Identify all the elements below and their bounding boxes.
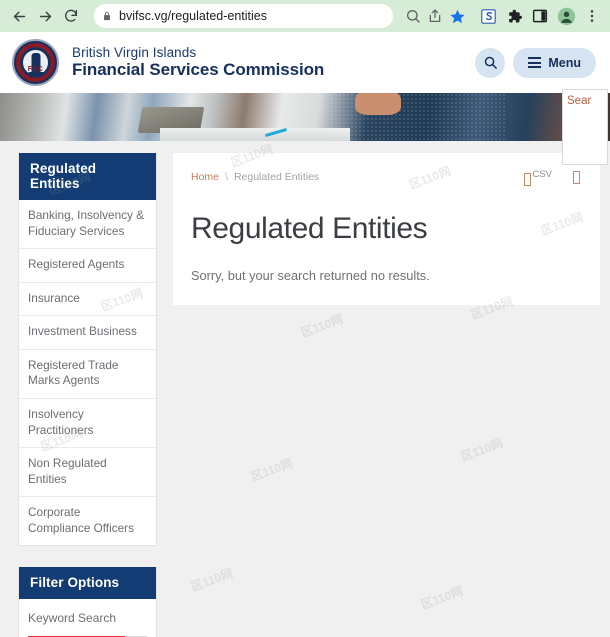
watermark: 区110网 [459,435,505,464]
share-button[interactable] [427,8,443,24]
bvi-fsc-seal-logo[interactable]: FSC [12,39,59,86]
forward-arrow-icon [39,11,51,21]
csv-download-button[interactable]: CSV [524,169,552,188]
list-item[interactable]: Registered Agents [19,249,156,283]
csv-download-icon [524,172,532,186]
s-extension-icon [480,8,496,24]
list-item[interactable]: Banking, Insolvency & Fiduciary Services [19,200,156,250]
sidebar-item-banking-insolvency-fiduciary-services[interactable]: Banking, Insolvency & Fiduciary Services [19,200,156,248]
bookmark-button[interactable] [449,8,466,25]
watermark: 区110网 [189,565,235,594]
chrome-menu-button[interactable] [580,4,604,28]
profile-avatar-icon [557,7,575,25]
sidebar-item-non-regulated-entities[interactable]: Non Regulated Entities [19,448,156,496]
list-item[interactable]: Insurance [19,283,156,317]
list-item[interactable]: Investment Business [19,316,156,350]
filter-options-title: Filter Options [19,567,156,600]
seal-monogram: FSC [27,66,44,73]
extensions-button[interactable] [502,4,526,28]
regulated-entities-nav-panel: Regulated Entities Banking, Insolvency &… [18,153,157,547]
share-icon [429,9,441,22]
breadcrumb: Home \ Regulated Entities [191,169,319,183]
browser-toolbar: bvifsc.vg/regulated-entities [0,0,610,32]
print-button[interactable] [573,169,580,187]
watermark: 区110网 [299,311,345,340]
profile-button[interactable] [554,4,578,28]
sidebar-nav-title: Regulated Entities [19,153,156,200]
watermark: 区110网 [419,583,465,612]
filter-options-body: Keyword Search Orbit Global Ltd [19,599,156,637]
back-button[interactable] [6,3,32,29]
hero-banner-image [0,93,610,141]
list-item[interactable]: Corporate Compliance Officers [19,497,156,545]
three-dot-menu-icon [590,10,594,22]
s-extension-button[interactable] [476,4,500,28]
brand-line-1: British Virgin Islands [72,44,197,60]
content-card: Home \ Regulated Entities CSV Regulated … [173,153,600,306]
no-results-message: Sorry, but your search returned no resul… [191,268,430,284]
list-item[interactable]: Registered Trade Marks Agents [19,350,156,399]
hero-hand [355,93,401,115]
filter-options-panel: Filter Options Keyword Search Orbit Glob… [18,567,157,637]
breadcrumb-home-link[interactable]: Home [191,171,219,183]
print-icon [573,171,580,185]
sidebar-item-insurance[interactable]: Insurance [19,283,156,316]
back-arrow-icon [13,11,25,21]
header-search-button[interactable] [475,47,506,78]
sidebar-item-registered-agents[interactable]: Registered Agents [19,249,156,282]
keyword-search-label: Keyword Search [28,611,117,626]
list-item[interactable]: Non Regulated Entities [19,448,156,498]
puzzle-extensions-icon [508,9,522,22]
header-actions: Menu [475,47,596,78]
reload-button[interactable] [58,3,84,29]
csv-label: CSV [532,169,552,180]
sidebar-item-corporate-compliance-officers[interactable]: Corporate Compliance Officers [19,497,156,545]
lock-icon [102,10,112,22]
breadcrumb-current: Regulated Entities [233,171,320,183]
search-dropdown-panel[interactable]: Sear [562,89,608,165]
search-icon [484,56,497,69]
breadcrumb-separator: \ [225,171,228,183]
site-header: FSC British Virgin Islands Financial Ser… [0,32,610,165]
hero-desk [160,128,350,141]
search-dropdown-label: Sear [567,95,592,107]
header-menu-button[interactable]: Menu [513,47,596,78]
content-top-row: Home \ Regulated Entities CSV [191,169,580,188]
brand-line-2: Financial Services Commission [72,60,325,80]
address-bar[interactable]: bvifsc.vg/regulated-entities [94,4,393,28]
sidebar-item-investment-business[interactable]: Investment Business [19,316,156,349]
search-dropdown-field[interactable] [567,151,605,152]
url-text: bvifsc.vg/regulated-entities [119,9,267,23]
sidebar-nav-list: Banking, Insolvency & Fiduciary Services… [19,200,156,545]
extension-icons-group [474,4,604,28]
forward-button[interactable] [32,3,58,29]
hamburger-menu-icon [528,57,542,68]
reload-icon [65,9,77,22]
document-actions: CSV [524,169,580,188]
sidebar-item-insolvency-practitioners[interactable]: Insolvency Practitioners [19,399,156,447]
side-panel-button[interactable] [528,4,552,28]
page-body: Regulated Entities Banking, Insolvency &… [0,141,610,637]
sidebar: Regulated Entities Banking, Insolvency &… [18,153,157,637]
list-item[interactable]: Insolvency Practitioners [19,399,156,449]
menu-button-label: Menu [548,55,581,70]
zoom-search-icon [407,10,420,23]
page-title: Regulated Entities [191,212,428,246]
bookmark-star-icon [450,9,465,23]
side-panel-icon [532,9,548,23]
main-content: Home \ Regulated Entities CSV Regulated … [173,153,600,306]
watermark: 区110网 [249,455,295,484]
sidebar-item-registered-trade-marks-agents[interactable]: Registered Trade Marks Agents [19,350,156,398]
omnibox-zoom-button[interactable] [405,8,421,24]
brand-block[interactable]: British Virgin Islands Financial Service… [72,44,325,80]
